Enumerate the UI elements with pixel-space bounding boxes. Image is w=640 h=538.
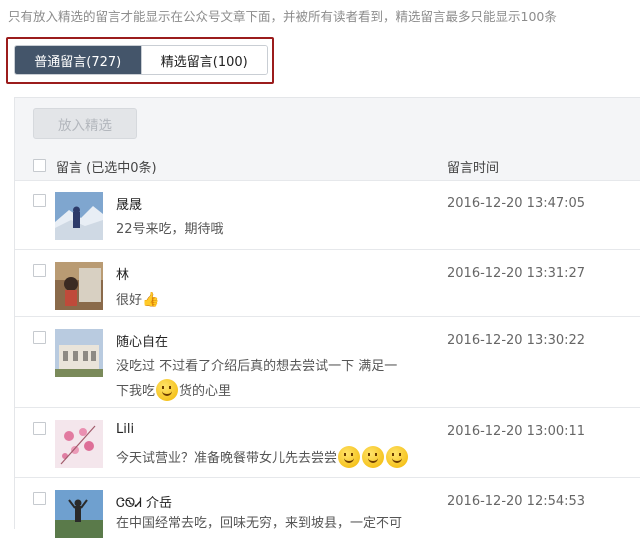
comment-time: 2016-12-20 13:30:22 [447, 333, 586, 348]
add-to-featured-button[interactable]: 放入精选 [33, 108, 137, 139]
comment-text: 今天试营业？准备晚餐带女儿先去尝尝 [116, 446, 409, 471]
comment-text-line1: 没吃过 不过看了介绍后真的想去尝试一下 满足一 [116, 359, 398, 374]
comment-text-line2a: 下我吃 [116, 384, 156, 399]
tab-featured-comments[interactable]: 精选留言(100) [140, 46, 267, 74]
comment-row: 林 很好👍 2016-12-20 13:31:27 [15, 250, 640, 317]
comment-username: Lili [116, 422, 135, 437]
row-checkbox[interactable] [33, 331, 46, 344]
comment-row: 随心自在 没吃过 不过看了介绍后真的想去尝试一下 满足一 下我吃 货的心里 201… [15, 317, 640, 408]
comment-row: 晟晟 22号来吃，期待哦 2016-12-20 13:47:05 [15, 180, 640, 250]
tab-normal-comments[interactable]: 普通留言(727) [15, 46, 141, 74]
avatar [55, 329, 103, 377]
comment-text: 在中国经常去吃，回味无穷，来到坡县，一定不可 [116, 516, 403, 531]
thumbs-up-icon: 👍 [142, 292, 160, 308]
row-checkbox[interactable] [33, 194, 46, 207]
comment-username: 林 [116, 268, 130, 283]
comment-username: 晟晟 [116, 198, 143, 213]
comment-time: 2016-12-20 13:00:11 [447, 424, 586, 439]
avatar [55, 192, 103, 240]
row-checkbox[interactable] [33, 492, 46, 505]
avatar [55, 420, 103, 468]
time-column-header: 留言时间 [447, 161, 500, 176]
comment-text: 很好👍 [116, 288, 159, 313]
notice-text: 只有放入精选的留言才能显示在公众号文章下面，并被所有读者看到，精选留言最多只能显… [8, 9, 557, 24]
comment-text-body: 今天试营业？准备晚餐带女儿先去尝尝 [116, 451, 338, 466]
table-header: 留言 (已选中0条) 留言时间 [15, 150, 640, 181]
comment-text: 22号来吃，期待哦 [116, 222, 224, 237]
row-checkbox[interactable] [33, 422, 46, 435]
comment-username: ᏣᏫᏗ 介岳 [116, 496, 172, 511]
comment-row: ᏣᏫᏗ 介岳 在中国经常去吃，回味无穷，来到坡县，一定不可 2016-12-20… [15, 478, 640, 538]
smile-emoji-icon [362, 446, 385, 468]
comments-panel: 放入精选 留言 (已选中0条) 留言时间 晟晟 22号来吃，期待哦 2016-1… [14, 97, 640, 538]
comment-text: 没吃过 不过看了介绍后真的想去尝试一下 满足一 下我吃 货的心里 [116, 355, 397, 404]
comment-tabs: 普通留言(727) 精选留言(100) [14, 45, 268, 75]
avatar [55, 490, 103, 538]
comment-time: 2016-12-20 13:31:27 [447, 266, 586, 281]
comment-username: 随心自在 [116, 335, 169, 350]
toolbar: 放入精选 [15, 98, 640, 150]
comment-row: Lili 今天试营业？准备晚餐带女儿先去尝尝 2016-12-20 13:00:… [15, 408, 640, 478]
comment-text-body: 很好 [116, 293, 143, 308]
comment-time: 2016-12-20 13:47:05 [447, 196, 586, 211]
comment-time: 2016-12-20 12:54:53 [447, 494, 586, 509]
smile-emoji-icon [386, 446, 409, 468]
select-all-checkbox[interactable] [33, 159, 46, 172]
comment-text-line2b: 货的心里 [179, 384, 232, 399]
drooling-face-emoji-icon [156, 379, 179, 401]
row-checkbox[interactable] [33, 264, 46, 277]
smile-emoji-icon [338, 446, 361, 468]
avatar [55, 262, 103, 310]
comment-column-header: 留言 (已选中0条) [56, 161, 157, 176]
